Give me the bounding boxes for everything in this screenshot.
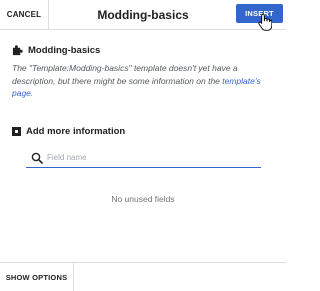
show-options-button[interactable]: SHOW OPTIONS <box>0 263 74 291</box>
field-search[interactable] <box>26 148 261 168</box>
template-description: The "Template:Modding-basics" template d… <box>12 62 274 100</box>
search-icon <box>31 152 43 164</box>
puzzle-piece-icon <box>12 44 23 55</box>
description-text: The "Template:Modding-basics" template d… <box>12 63 238 86</box>
dialog-title: Modding-basics <box>97 7 189 22</box>
cancel-button[interactable]: CANCEL <box>0 0 49 29</box>
dialog-footer: SHOW OPTIONS <box>0 262 286 291</box>
hand-cursor-icon <box>258 13 272 31</box>
template-dialog: CANCEL Modding-basics INSERT Modding-bas… <box>0 0 286 291</box>
template-name: Modding-basics <box>28 44 101 56</box>
template-heading: Modding-basics <box>12 43 100 57</box>
field-name-input[interactable] <box>47 149 247 166</box>
dialog-header: CANCEL Modding-basics INSERT <box>0 0 286 31</box>
add-info-icon <box>12 126 21 136</box>
description-suffix: . <box>30 88 34 98</box>
add-info-label: Add more information <box>26 125 126 137</box>
empty-fields-message: No unused fields <box>111 194 175 204</box>
add-info-heading: Add more information <box>12 124 125 138</box>
